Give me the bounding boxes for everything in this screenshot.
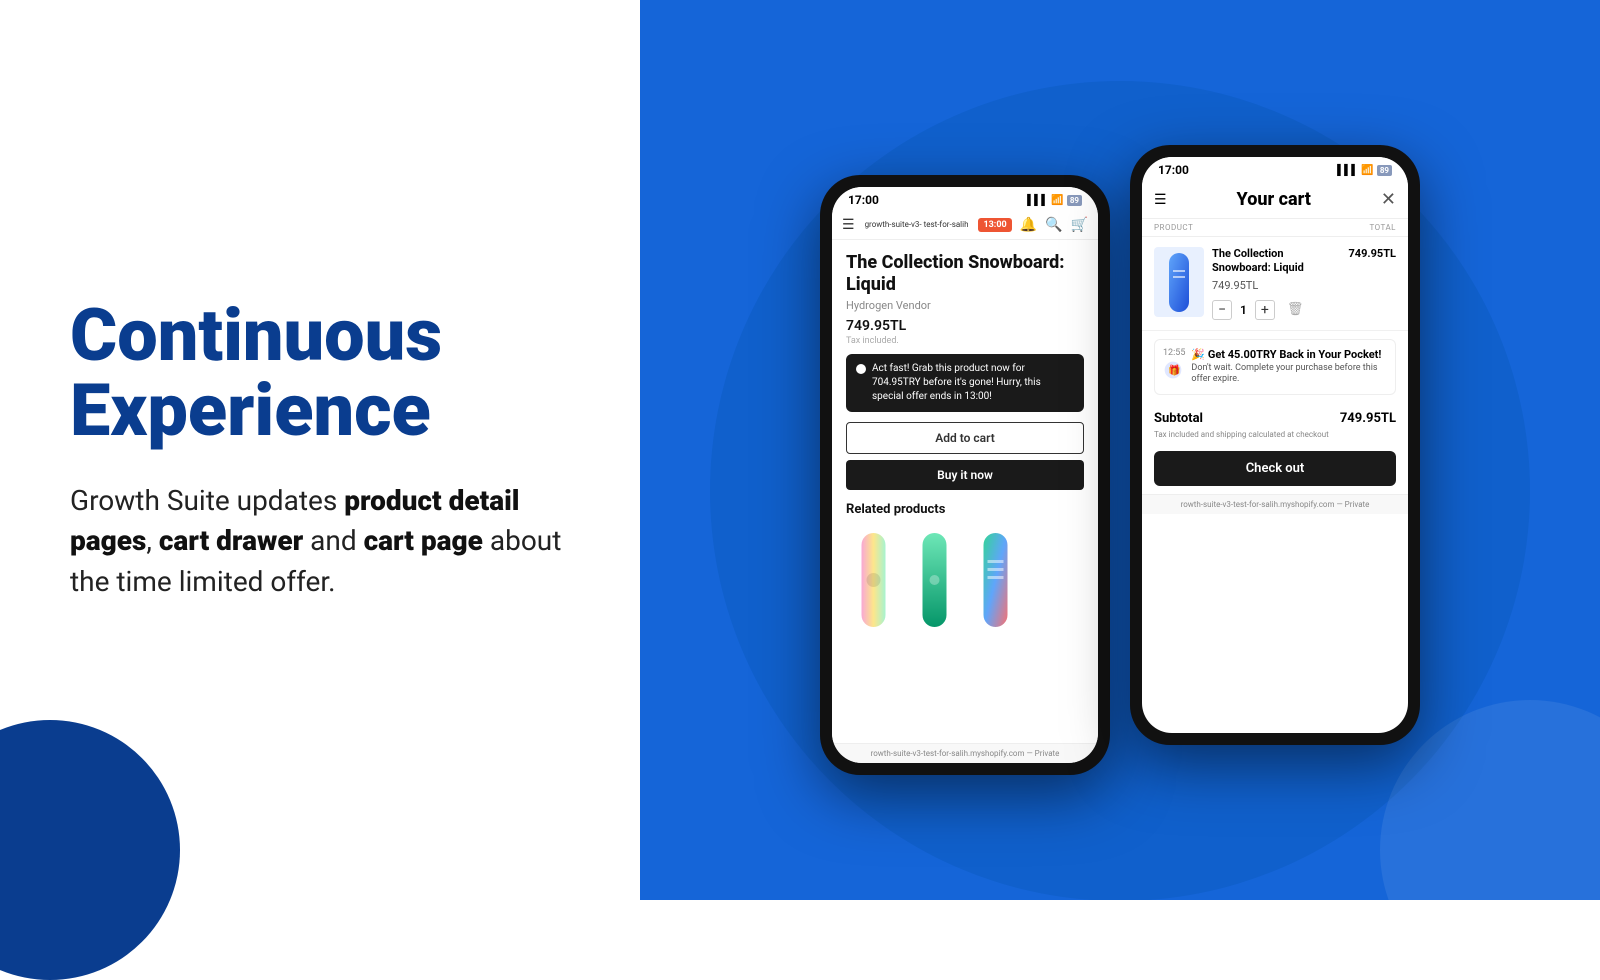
phone1-status-bar: 17:00 ▌▌▌ 📶 89: [832, 187, 1098, 211]
snowboard-3: [968, 525, 1023, 635]
phone1: 17:00 ▌▌▌ 📶 89 ☰ growth-suite-v3- test-f…: [820, 175, 1110, 775]
phone2-screen: 17:00 ▌▌▌ 📶 89 ☰ Your cart ✕: [1142, 157, 1408, 733]
phone1-url-bar: rowth-suite-v3-test-for-salih.myshopify.…: [832, 743, 1098, 763]
phone2-url-bar: rowth-suite-v3-test-for-salih.myshopify.…: [1142, 494, 1408, 514]
related-products-title: Related products: [846, 502, 1084, 517]
snowboard-2: [907, 525, 962, 635]
cart-product-image: [1159, 250, 1199, 315]
gift-icon: 🎁: [1163, 360, 1183, 380]
battery-badge2: 89: [1377, 165, 1392, 176]
qty-controls: − 1 + 🗑: [1212, 300, 1340, 320]
cart-subtotal: Subtotal 749.95TL: [1142, 403, 1408, 430]
cart-item-price: 749.95TL: [1212, 279, 1340, 292]
offer-banner: Act fast! Grab this product now for 704.…: [846, 354, 1084, 412]
qty-decrease-button[interactable]: −: [1212, 300, 1232, 320]
cart-icon[interactable]: 🛒: [1071, 217, 1088, 233]
phone2-url: rowth-suite-v3-test-for-salih.myshopify.…: [1181, 500, 1370, 509]
cart-col-headers: PRODUCT TOTAL: [1142, 219, 1408, 237]
left-panel: Continuous Experience Growth Suite updat…: [0, 0, 640, 900]
promo-banner: 12:55 🎁 🎉 Get 45.00TRY Back in Your Pock…: [1154, 339, 1396, 395]
phone1-screen: 17:00 ▌▌▌ 📶 89 ☰ growth-suite-v3- test-f…: [832, 187, 1098, 763]
phone2-time: 17:00: [1158, 163, 1189, 177]
product-price: 749.95TL: [846, 318, 1084, 334]
cart-header: ☰ Your cart ✕: [1142, 181, 1408, 219]
delete-icon[interactable]: 🗑: [1287, 302, 1304, 317]
product-title: The Collection Snowboard: Liquid: [846, 252, 1084, 295]
qty-value: 1: [1240, 303, 1247, 317]
subtotal-label: Subtotal: [1154, 411, 1203, 426]
description: Growth Suite updates product detail page…: [70, 481, 570, 603]
buy-now-button[interactable]: Buy it now: [846, 460, 1084, 490]
col-total: TOTAL: [1369, 223, 1396, 232]
wifi-icon: 📶: [1051, 195, 1063, 206]
nav-brand: growth-suite-v3- test-for-salih: [863, 220, 971, 230]
col-product: PRODUCT: [1154, 223, 1193, 232]
phone1-content: The Collection Snowboard: Liquid Hydroge…: [832, 240, 1098, 743]
phones-container: 17:00 ▌▌▌ 📶 89 ☰ growth-suite-v3- test-f…: [820, 125, 1420, 775]
promo-content: 🎉 Get 45.00TRY Back in Your Pocket! Don'…: [1191, 348, 1387, 386]
vendor-name: Hydrogen Vendor: [846, 299, 1084, 312]
snowboard-1: [846, 525, 901, 635]
subtotal-amount: 749.95TL: [1340, 411, 1396, 426]
main-title: Continuous Experience: [70, 298, 570, 449]
offer-text: Act fast! Grab this product now for 704.…: [872, 362, 1074, 404]
offer-dot: [856, 364, 866, 374]
cart-item: The Collection Snowboard: Liquid 749.95T…: [1142, 237, 1408, 331]
qty-increase-button[interactable]: +: [1255, 300, 1275, 320]
battery-badge: 89: [1067, 195, 1082, 206]
related-products-list: [846, 525, 1084, 635]
nav-timer: 13:00: [978, 218, 1011, 232]
promo-icon: 12:55 🎁: [1163, 348, 1185, 386]
close-button[interactable]: ✕: [1381, 189, 1396, 210]
notification-icon[interactable]: 🔔: [1020, 217, 1037, 233]
signal-icon2: ▌▌▌: [1337, 165, 1358, 176]
svg-text:🎁: 🎁: [1168, 363, 1180, 376]
search-icon[interactable]: 🔍: [1045, 217, 1062, 233]
hamburger-icon2[interactable]: ☰: [1154, 192, 1167, 208]
promo-title: 🎉 Get 45.00TRY Back in Your Pocket!: [1191, 348, 1387, 361]
phone2: 17:00 ▌▌▌ 📶 89 ☰ Your cart ✕: [1130, 145, 1420, 745]
phone2-status-icons: ▌▌▌ 📶 89: [1337, 165, 1392, 176]
hamburger-icon[interactable]: ☰: [842, 217, 855, 233]
promo-time: 12:55: [1163, 348, 1185, 358]
cart-item-name: The Collection Snowboard: Liquid: [1212, 247, 1340, 276]
checkout-button[interactable]: Check out: [1154, 451, 1396, 486]
cart-title: Your cart: [1237, 189, 1311, 210]
signal-icon: ▌▌▌: [1027, 195, 1048, 206]
decorative-circle-bottom-left: [0, 720, 180, 980]
add-to-cart-button[interactable]: Add to cart: [846, 422, 1084, 454]
promo-desc: Don't wait. Complete your purchase befor…: [1191, 363, 1387, 386]
phone1-url: rowth-suite-v3-test-for-salih.myshopify.…: [871, 749, 1060, 758]
phone1-nav-bar: ☰ growth-suite-v3- test-for-salih 13:00 …: [832, 211, 1098, 240]
tax-note: Tax included.: [846, 336, 1084, 346]
wifi-icon2: 📶: [1361, 165, 1373, 176]
phone1-time: 17:00: [848, 193, 879, 207]
cart-item-image: [1154, 247, 1204, 317]
cart-item-total: 749.95TL: [1348, 247, 1396, 260]
cart-item-details: The Collection Snowboard: Liquid 749.95T…: [1212, 247, 1340, 320]
cart-tax-note: Tax included and shipping calculated at …: [1142, 430, 1408, 447]
phone2-status-bar: 17:00 ▌▌▌ 📶 89: [1142, 157, 1408, 181]
phone1-status-icons: ▌▌▌ 📶 89: [1027, 195, 1082, 206]
right-panel: 17:00 ▌▌▌ 📶 89 ☰ growth-suite-v3- test-f…: [640, 0, 1600, 900]
phone2-wrapper: 17:00 ▌▌▌ 📶 89 ☰ Your cart ✕: [1130, 145, 1420, 745]
phone1-wrapper: 17:00 ▌▌▌ 📶 89 ☰ growth-suite-v3- test-f…: [820, 175, 1110, 775]
